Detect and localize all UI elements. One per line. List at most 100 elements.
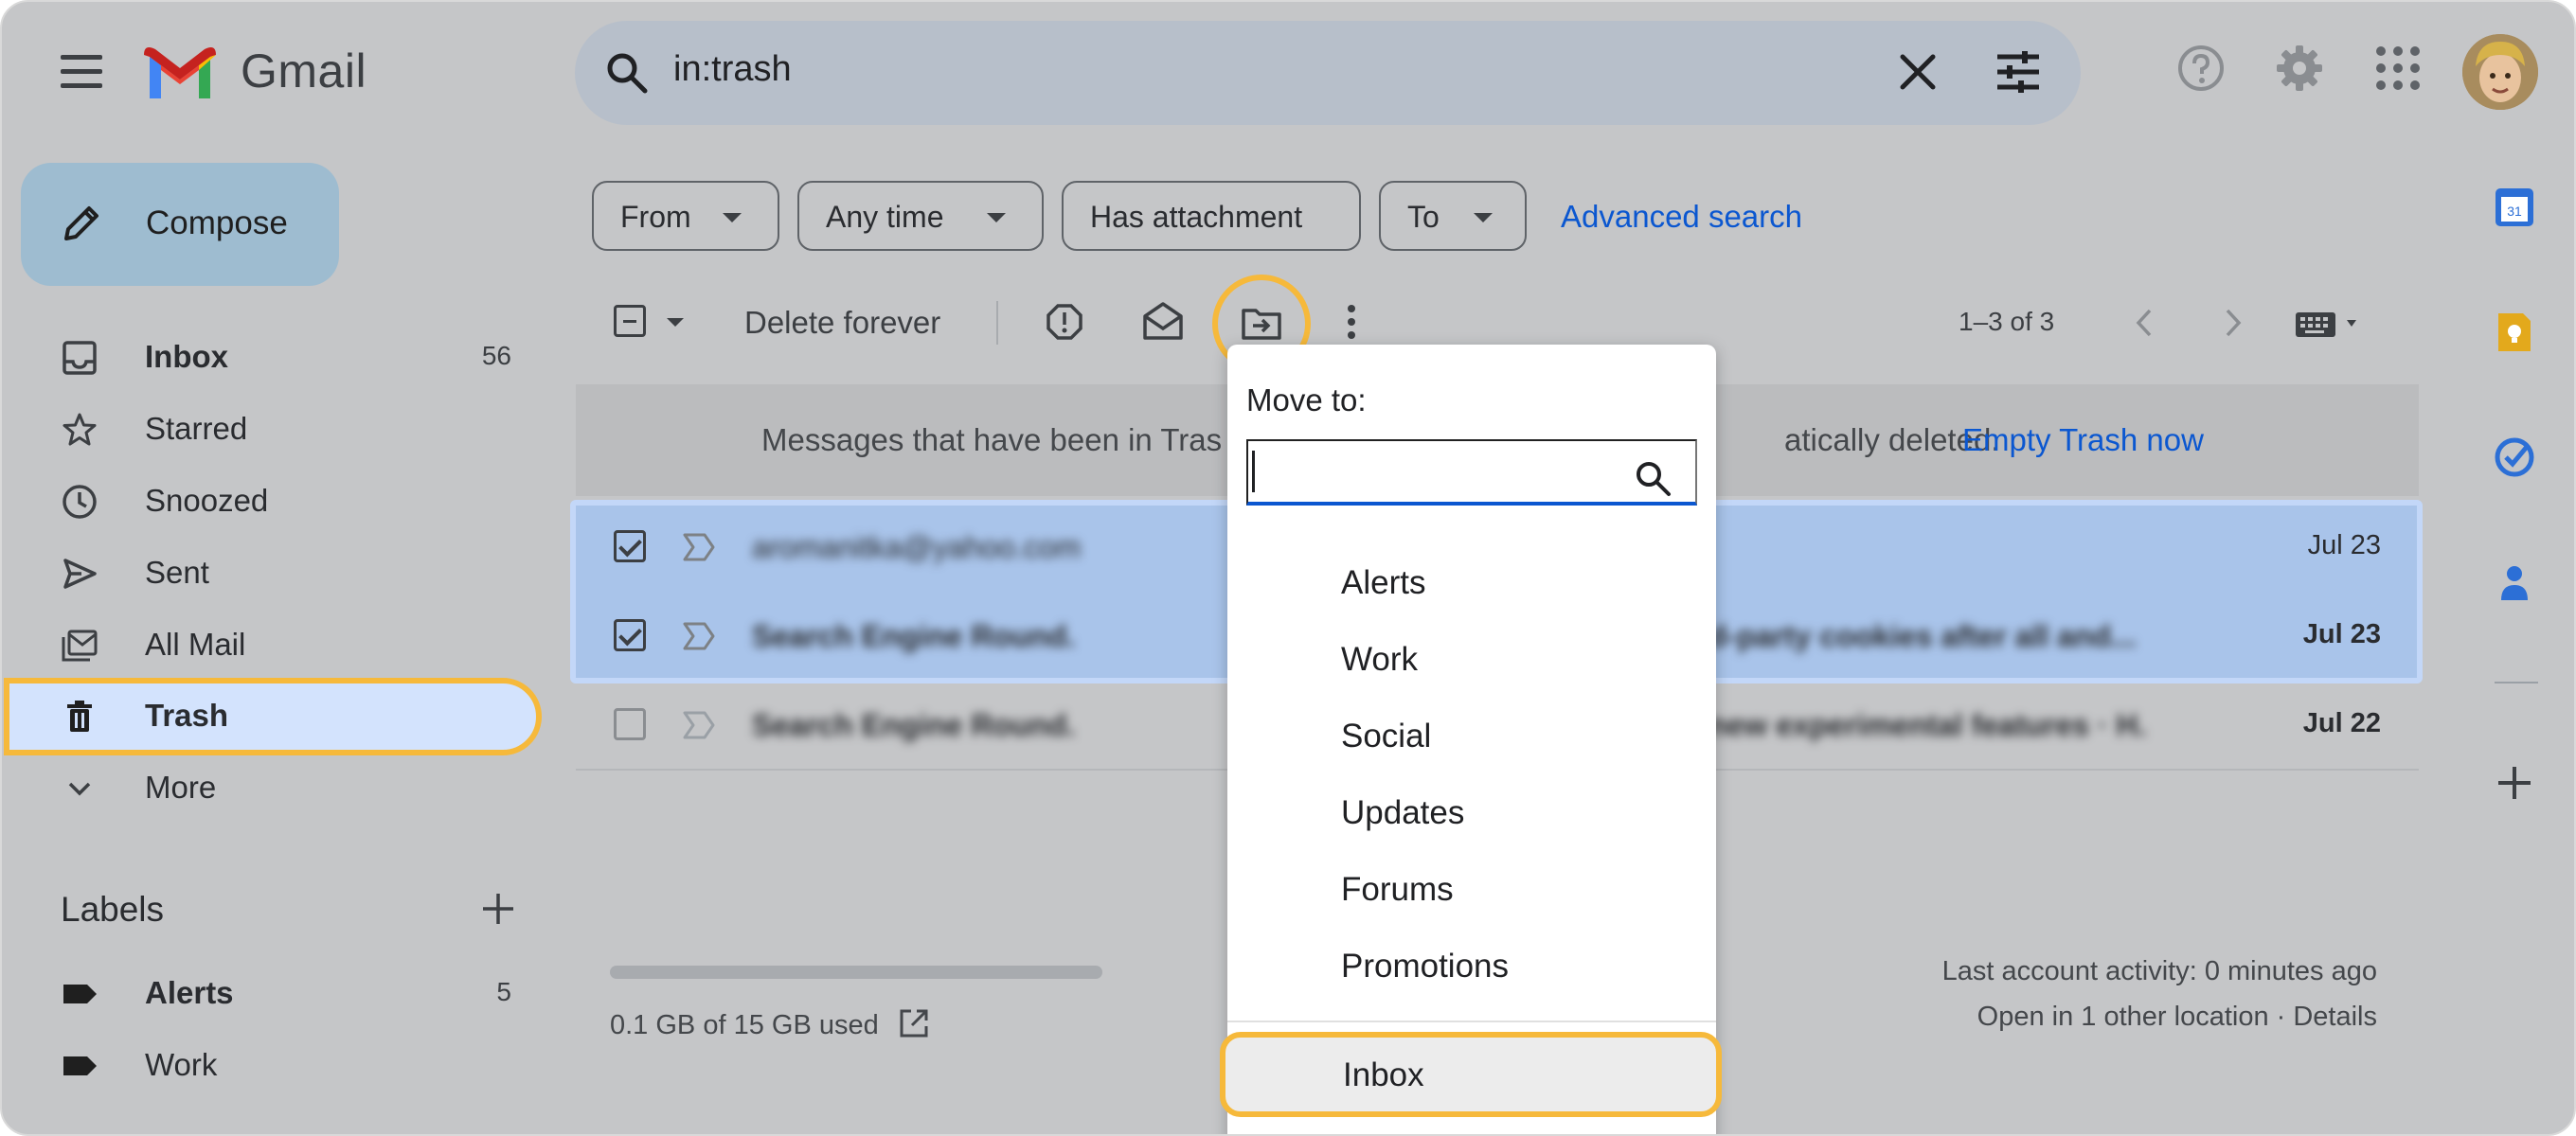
filter-any-time-chip[interactable]: Any time (797, 181, 1044, 251)
chip-label: Any time (826, 200, 944, 234)
chevron-left-icon[interactable] (2131, 307, 2157, 339)
sidebar-item-snoozed[interactable]: Snoozed (2, 466, 542, 538)
sidebar-item-inbox[interactable]: Inbox 56 (2, 322, 542, 394)
advanced-search-link[interactable]: Advanced search (1561, 199, 1802, 235)
move-option-inbox[interactable]: Inbox (1220, 1032, 1722, 1117)
sidebar-label-alerts[interactable]: Alerts 5 (2, 958, 542, 1030)
move-option-promotions[interactable]: Promotions (1227, 929, 1716, 1004)
option-label: Work (1341, 641, 1419, 678)
label-tag-icon (63, 985, 97, 1003)
settings-gear-icon[interactable] (2275, 44, 2324, 93)
inbox-unread-count: 56 (481, 341, 511, 370)
gmail-logo[interactable] (144, 44, 216, 98)
label-tag-icon (63, 1056, 97, 1075)
help-icon[interactable] (2176, 44, 2226, 93)
move-option-updates[interactable]: Updates (1227, 775, 1716, 851)
caret-down-icon (1474, 213, 1493, 222)
option-label: Social (1341, 718, 1432, 754)
empty-trash-link[interactable]: Empty Trash now (1962, 422, 2204, 458)
move-to-title: Move to: (1246, 382, 1367, 417)
move-option-forums[interactable]: Forums (1227, 852, 1716, 928)
get-addons-plus-icon[interactable] (2493, 761, 2536, 805)
chip-label: Has attachment (1090, 200, 1303, 234)
create-label-plus-icon[interactable] (479, 890, 517, 928)
storage-usage-text[interactable]: 0.1 GB of 15 GB used (610, 1002, 928, 1041)
email-sender: Search Engine Round. (752, 708, 1076, 742)
sidebar-item-sent[interactable]: Sent (2, 538, 542, 610)
storage-usage-label: 0.1 GB of 15 GB used (610, 1010, 879, 1040)
filter-from-chip[interactable]: From (592, 181, 779, 251)
more-options-icon[interactable] (1341, 303, 1362, 341)
sidebar-label-work[interactable]: Work (2, 1030, 542, 1102)
sidebar-item-starred[interactable]: Starred (2, 394, 542, 466)
sidebar-item-more[interactable]: More (2, 753, 542, 825)
banner-message-start: Messages that have been in Tras (761, 422, 1223, 457)
importance-marker-icon[interactable] (682, 710, 716, 740)
move-option-social[interactable]: Social (1227, 699, 1716, 774)
sidebar-item-all-mail[interactable]: All Mail (2, 610, 542, 682)
compose-label: Compose (146, 204, 288, 241)
keep-notes-icon[interactable] (2493, 311, 2536, 354)
pagination-count: 1–3 of 3 (1959, 307, 2055, 336)
star-icon (63, 413, 97, 446)
select-menu-caret-icon[interactable] (667, 318, 684, 327)
calendar-icon[interactable]: 31 (2493, 186, 2536, 229)
all-mail-icon (62, 630, 98, 662)
account-avatar[interactable] (2462, 34, 2538, 110)
option-label: Updates (1341, 794, 1465, 831)
email-snippet: new experimental features · H. (1708, 708, 2147, 742)
chevron-down-icon (68, 782, 91, 796)
move-to-folder-icon (1242, 309, 1281, 340)
filter-to-chip[interactable]: To (1379, 181, 1527, 251)
label-filter-input[interactable] (1246, 439, 1697, 506)
email-date: Jul 22 (2302, 708, 2381, 738)
option-label: Promotions (1341, 948, 1510, 985)
storage-usage-bar (610, 966, 1102, 979)
search-bar[interactable]: in:trash (575, 21, 2081, 125)
gmail-window: Gmail in:trash Compose Inbox 56 Starred … (0, 0, 2576, 1136)
delete-forever-button[interactable]: Delete forever (744, 305, 940, 341)
option-label: Forums (1341, 871, 1454, 908)
select-all-checkbox[interactable] (614, 305, 646, 337)
sidebar-item-label: Inbox (145, 339, 228, 374)
move-option-work[interactable]: Work (1227, 622, 1716, 698)
chip-label: From (620, 200, 691, 234)
keyboard-icon[interactable] (2294, 311, 2366, 339)
sidebar-item-label: Starred (145, 411, 248, 446)
apps-grid-icon[interactable] (2373, 44, 2423, 93)
sidebar-item-trash[interactable]: Trash (2, 681, 542, 753)
move-to-menu: Move to: Alerts Work Social Updates Foru… (1227, 345, 1716, 1134)
search-input[interactable]: in:trash (673, 49, 792, 90)
report-spam-icon[interactable] (1046, 303, 1083, 341)
chevron-right-icon[interactable] (2220, 307, 2246, 339)
caret-down-icon (723, 213, 742, 222)
main-menu-icon[interactable] (61, 55, 102, 89)
inbox-icon (63, 341, 97, 375)
trash-icon (67, 701, 92, 732)
chip-label: To (1407, 200, 1440, 234)
open-locations-details-link[interactable]: Open in 1 other location · Details (1977, 1002, 2377, 1033)
search-options-icon[interactable] (1995, 51, 2041, 93)
option-label: Inbox (1343, 1056, 1424, 1093)
last-activity-text: Last account activity: 0 minutes ago (1941, 956, 2377, 986)
clear-search-icon[interactable] (1897, 51, 1939, 93)
contacts-icon[interactable] (2493, 560, 2536, 604)
move-option-alerts[interactable]: Alerts (1227, 545, 1716, 621)
row-checkbox[interactable] (614, 708, 646, 740)
compose-button[interactable]: Compose (21, 163, 339, 286)
sidebar-item-label: Trash (145, 698, 229, 733)
tasks-icon[interactable] (2493, 435, 2536, 479)
open-external-icon[interactable] (898, 1007, 930, 1039)
caret-down-icon (987, 213, 1006, 222)
search-icon (1637, 462, 1671, 496)
mark-as-read-icon[interactable] (1142, 301, 1184, 341)
label-count: 5 (496, 977, 511, 1006)
sidebar-item-label: Alerts (145, 975, 234, 1010)
sidebar-item-label: More (145, 770, 217, 805)
filter-has-attachment-chip[interactable]: Has attachment (1062, 181, 1361, 251)
rail-divider (2495, 682, 2538, 683)
sidebar-item-label: Snoozed (145, 483, 269, 518)
toolbar-divider (996, 301, 998, 345)
search-icon[interactable] (603, 49, 649, 95)
clock-icon (63, 485, 97, 519)
